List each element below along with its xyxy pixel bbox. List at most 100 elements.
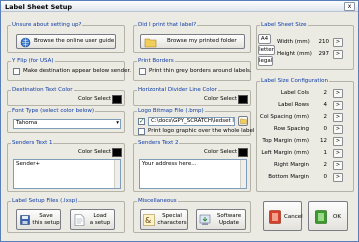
cancel-label: Cancel xyxy=(284,214,303,220)
config-label-row-spacing: Row Spacing xyxy=(273,126,309,132)
label-sheet-setup-window: Label Sheet Setup x Unsure about setting… xyxy=(0,0,359,242)
cancel-icon xyxy=(269,210,281,224)
config-value-top-margin: 12 xyxy=(320,138,327,144)
config-value-row-spacing: 0 xyxy=(323,126,328,132)
config-spin-row-spacing[interactable]: > xyxy=(333,125,343,134)
senders2-color-swatch[interactable] xyxy=(238,148,248,157)
logo-group-title: Logo Bitmap File (.bmp) xyxy=(137,108,205,115)
chevron-down-icon: ▾ xyxy=(116,120,119,126)
save-setup-button[interactable]: Save this setup xyxy=(16,209,61,230)
load-setup-label-2: a setup xyxy=(89,220,111,226)
config-spin-left-margin[interactable]: > xyxy=(333,149,343,158)
config-label-cols: Label Cols xyxy=(280,90,309,96)
width-label: Width (mm) xyxy=(277,39,310,45)
width-spin-button[interactable]: > xyxy=(333,38,343,47)
unsure-group-title: Unsure about setting up? xyxy=(11,22,83,29)
font-select[interactable]: Tahoma ▾ xyxy=(13,119,121,129)
senders1-color-swatch[interactable] xyxy=(112,148,122,157)
senders1-scrollbar[interactable] xyxy=(114,160,120,188)
divider-color-swatch[interactable] xyxy=(238,95,248,104)
height-spin-button[interactable]: > xyxy=(333,50,343,59)
software-update-label-2: Update xyxy=(219,220,239,226)
globe-icon xyxy=(20,37,31,48)
yflip-group-title: Y Flip (for USA) xyxy=(11,58,55,65)
divider-color-group: Horizontal Divider Line Color Color Sele… xyxy=(133,87,251,106)
config-label-col-spacing: Col Spacing (mm) xyxy=(259,114,309,120)
browse-user-guide-button[interactable]: Browse the online user guide xyxy=(16,34,116,49)
save-setup-label-1: Save xyxy=(39,213,53,219)
senders1-text: Sender+ xyxy=(16,161,41,167)
config-spin-right-margin[interactable]: > xyxy=(333,161,343,170)
config-group: Label Size Configuration Label Cols 2 > … xyxy=(256,78,354,192)
config-spin-col-spacing[interactable]: > xyxy=(333,113,343,122)
misc-group-title: Miscellaneous xyxy=(137,198,178,205)
dest-color-group: Destination Text Color Color Select xyxy=(7,87,125,106)
special-characters-icon: & xyxy=(143,214,155,226)
special-characters-button[interactable]: & Special characters xyxy=(140,209,188,230)
config-spin-bottom-margin[interactable]: > xyxy=(333,173,343,182)
ok-icon xyxy=(315,210,327,224)
dest-color-swatch[interactable] xyxy=(112,95,122,104)
unsure-group: Unsure about setting up? Browse the onli… xyxy=(7,22,125,53)
logo-browse-button[interactable] xyxy=(238,116,248,126)
divider-color-group-title: Horizontal Divider Line Color xyxy=(137,87,218,94)
senders1-group-title: Senders Text 1 xyxy=(11,140,54,147)
borders-checkbox[interactable] xyxy=(139,68,146,75)
cancel-button[interactable]: Cancel xyxy=(263,201,303,231)
save-setup-label-2: this setup xyxy=(32,220,60,226)
divider-color-select-label: Color Select xyxy=(204,96,238,102)
font-type-group-title: Font Type (select color below) xyxy=(11,108,96,115)
yflip-checkbox[interactable] xyxy=(13,68,20,75)
update-icon xyxy=(199,214,211,225)
logo-whole-checkbox[interactable] xyxy=(138,128,145,135)
config-label-bottom-margin: Bottom Margin xyxy=(268,174,309,180)
senders1-color-select-label: Color Select xyxy=(78,149,112,155)
font-select-value: Tahoma xyxy=(16,120,38,126)
load-setup-label-1: Load xyxy=(93,213,107,219)
save-disk-icon xyxy=(20,215,30,225)
config-value-cols: 2 xyxy=(323,90,328,96)
setup-files-group: Label Setup Files (.lxsp) Save this setu… xyxy=(7,198,125,233)
senders2-textarea[interactable]: Your address here... xyxy=(139,159,247,189)
logo-path-field[interactable]: C:\docs\GPY_SCRATCH\ledset l xyxy=(148,117,235,126)
preset-letter-button[interactable]: letter xyxy=(258,45,275,55)
config-spin-top-margin[interactable]: > xyxy=(333,137,343,146)
ok-label: OK xyxy=(333,214,341,220)
config-group-title: Label Size Configuration xyxy=(260,78,329,85)
preset-a4-button[interactable]: A4 xyxy=(258,34,271,44)
window-title: Label Sheet Setup xyxy=(5,3,73,11)
borders-label: Print thin grey borders around labels. xyxy=(149,68,252,74)
load-setup-button[interactable]: Load a setup xyxy=(70,209,115,230)
misc-group: Miscellaneous & Special characters Softw… xyxy=(133,198,251,233)
preset-legal-button[interactable]: legal xyxy=(258,56,273,66)
borders-group: Print Borders Print thin grey borders ar… xyxy=(133,58,252,81)
close-window-button[interactable]: x xyxy=(344,2,355,11)
config-value-bottom-margin: 0 xyxy=(323,174,328,180)
svg-text:&: & xyxy=(145,216,151,225)
dest-color-select-label: Color Select xyxy=(78,96,112,102)
senders2-color-select-label: Color Select xyxy=(204,149,238,155)
logo-group: Logo Bitmap File (.bmp) C:\docs\GPY_SCRA… xyxy=(133,108,255,136)
browse-printed-folder-button[interactable]: Browse my printed folder xyxy=(140,34,245,49)
senders2-scrollbar[interactable] xyxy=(240,160,246,188)
config-spin-cols[interactable]: > xyxy=(333,89,343,98)
software-update-button[interactable]: Software Update xyxy=(196,209,246,230)
browse-printed-folder-label: Browse my printed folder xyxy=(167,38,237,44)
folder-icon xyxy=(144,38,157,48)
logo-enabled-checkbox[interactable] xyxy=(138,117,145,125)
config-spin-rows[interactable]: > xyxy=(333,101,343,110)
config-label-left-margin: Left Margin (mm) xyxy=(261,150,309,156)
config-value-right-margin: 2 xyxy=(323,162,328,168)
width-value: 210 xyxy=(318,39,330,45)
senders1-group: Senders Text 1 Color Select Sender+ xyxy=(7,140,125,192)
font-type-group: Font Type (select color below) Tahoma ▾ xyxy=(7,108,125,133)
ok-button[interactable]: OK xyxy=(308,201,348,231)
senders1-textarea[interactable]: Sender+ xyxy=(13,159,121,189)
config-value-col-spacing: 2 xyxy=(323,114,328,120)
config-label-top-margin: Top Margin (mm) xyxy=(262,138,309,144)
height-value: 297 xyxy=(318,51,330,57)
printed-group: Did I print that label? Browse my printe… xyxy=(133,22,251,53)
logo-whole-label: Print logo graphic over the whole label xyxy=(148,128,255,134)
config-value-rows: 4 xyxy=(323,102,328,108)
sheet-size-group-title: Label Sheet Size xyxy=(260,22,308,29)
